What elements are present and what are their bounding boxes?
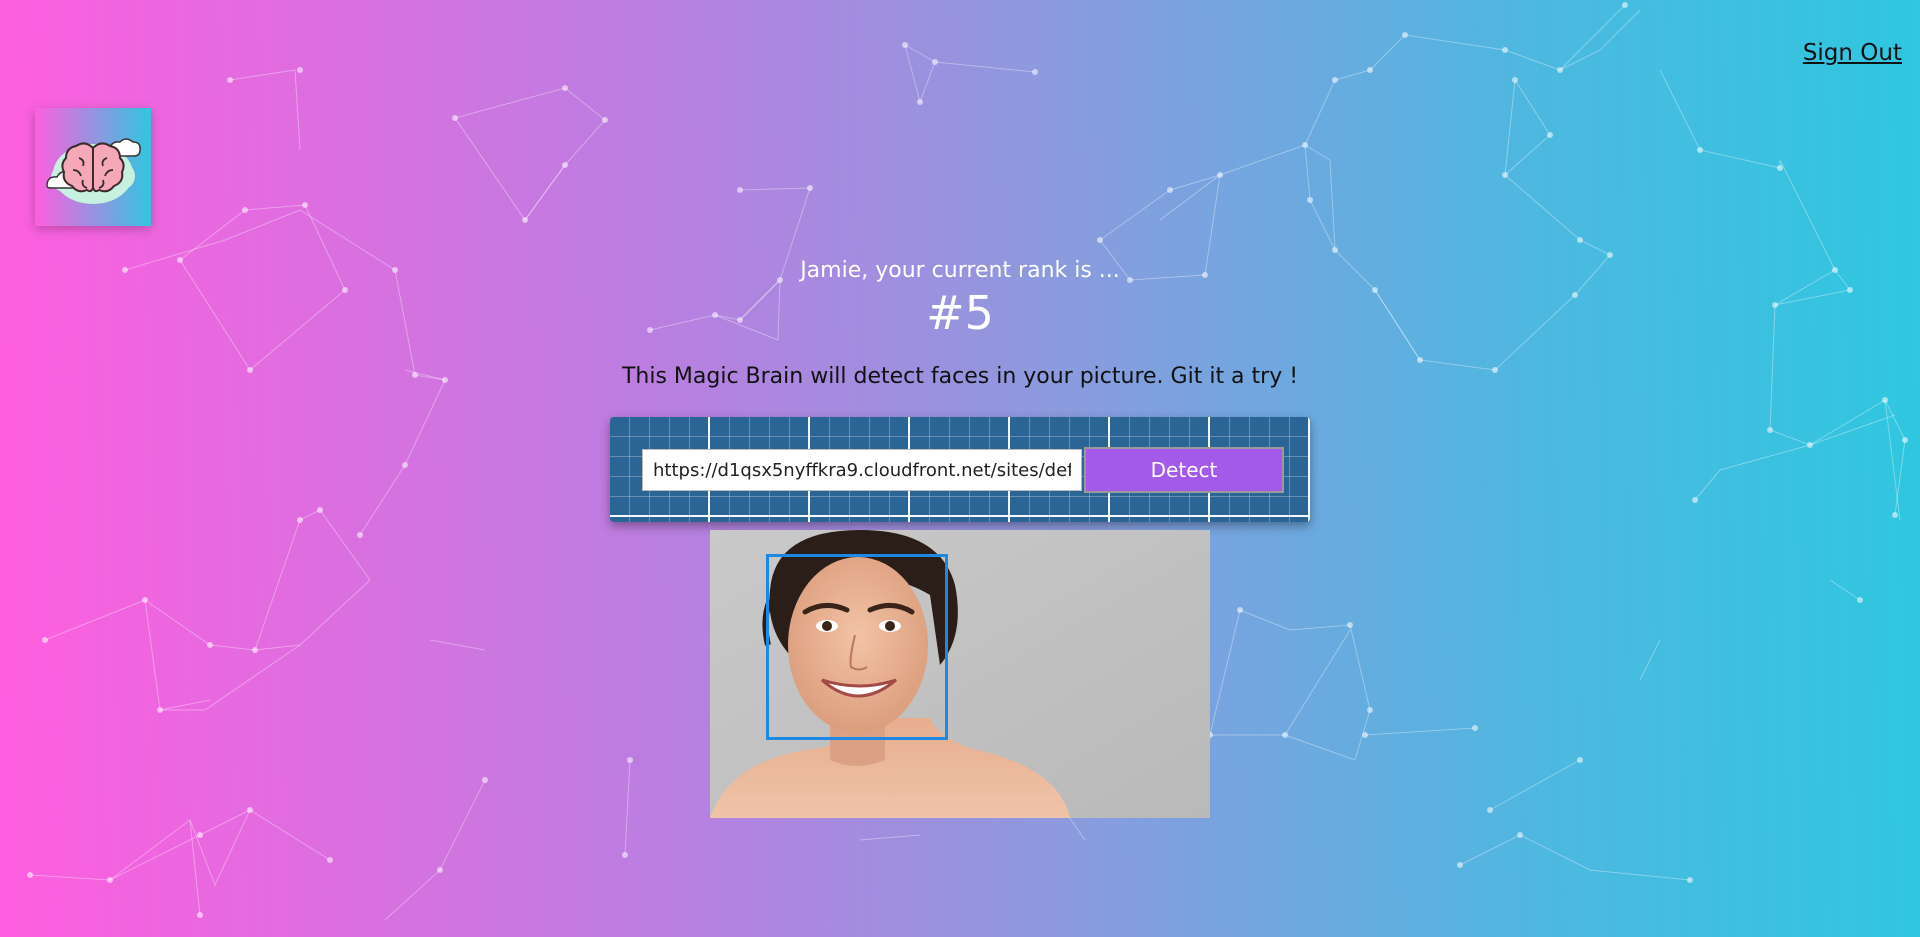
image-link-form: Detect	[610, 417, 1310, 522]
detect-button[interactable]: Detect	[1084, 447, 1284, 493]
brain-icon	[46, 138, 141, 204]
sign-out-link[interactable]: Sign Out	[1803, 40, 1902, 66]
face-bounding-box	[766, 554, 948, 740]
rank-value: #5	[926, 286, 994, 340]
app-logo	[35, 108, 151, 226]
image-url-input[interactable]	[642, 449, 1082, 491]
input-image	[710, 530, 1210, 818]
rank-message: Jamie, your current rank is ...	[800, 258, 1120, 283]
app-description: This Magic Brain will detect faces in yo…	[621, 364, 1299, 389]
